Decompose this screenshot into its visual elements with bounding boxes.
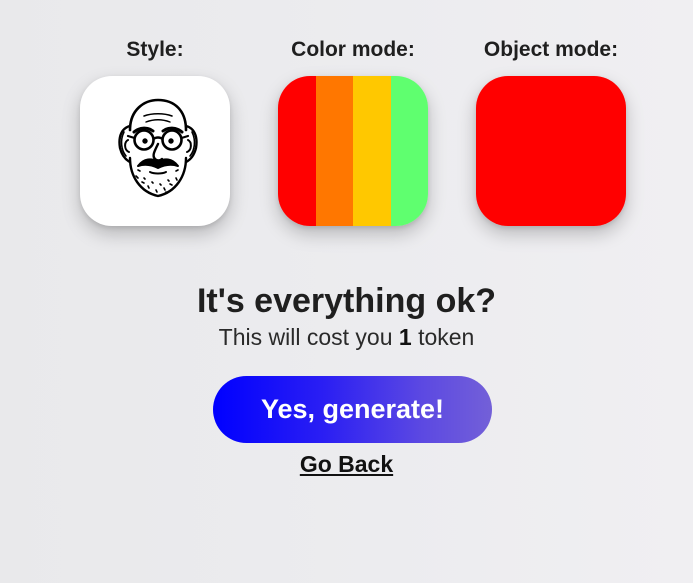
color-swatch-orange (315, 76, 353, 226)
object-mode-label: Object mode: (483, 38, 619, 61)
go-back-link[interactable]: Go Back (300, 451, 393, 477)
object-color-swatch (476, 76, 626, 226)
cost-prefix: This will cost you (218, 324, 393, 350)
confirm-headline: It's everything ok? (196, 282, 497, 320)
confirm-section: It's everything ok? This will cost you 1… (0, 280, 693, 352)
options-summary: Style: Color mode: Object mode: (0, 36, 693, 236)
object-mode-option: Object mode: (451, 36, 651, 226)
cartoon-face-icon (118, 98, 198, 198)
color-palette-swatch (278, 76, 428, 226)
style-tile[interactable] (80, 76, 230, 226)
style-option: Style: (55, 36, 255, 226)
color-swatch-red (278, 76, 316, 226)
back-link-container: Go Back (0, 450, 693, 478)
generate-button[interactable]: Yes, generate! (213, 376, 492, 443)
color-swatch-yellow (353, 76, 391, 226)
color-swatch-green (390, 76, 428, 226)
style-label: Style: (126, 38, 184, 61)
color-mode-tile[interactable] (278, 76, 428, 226)
cost-amount: 1 (398, 324, 412, 350)
color-mode-option: Color mode: (253, 36, 453, 226)
color-mode-label: Color mode: (291, 38, 415, 61)
cost-suffix: token (418, 324, 475, 350)
object-mode-tile[interactable] (476, 76, 626, 226)
cost-text: This will cost you 1 token (0, 322, 693, 352)
